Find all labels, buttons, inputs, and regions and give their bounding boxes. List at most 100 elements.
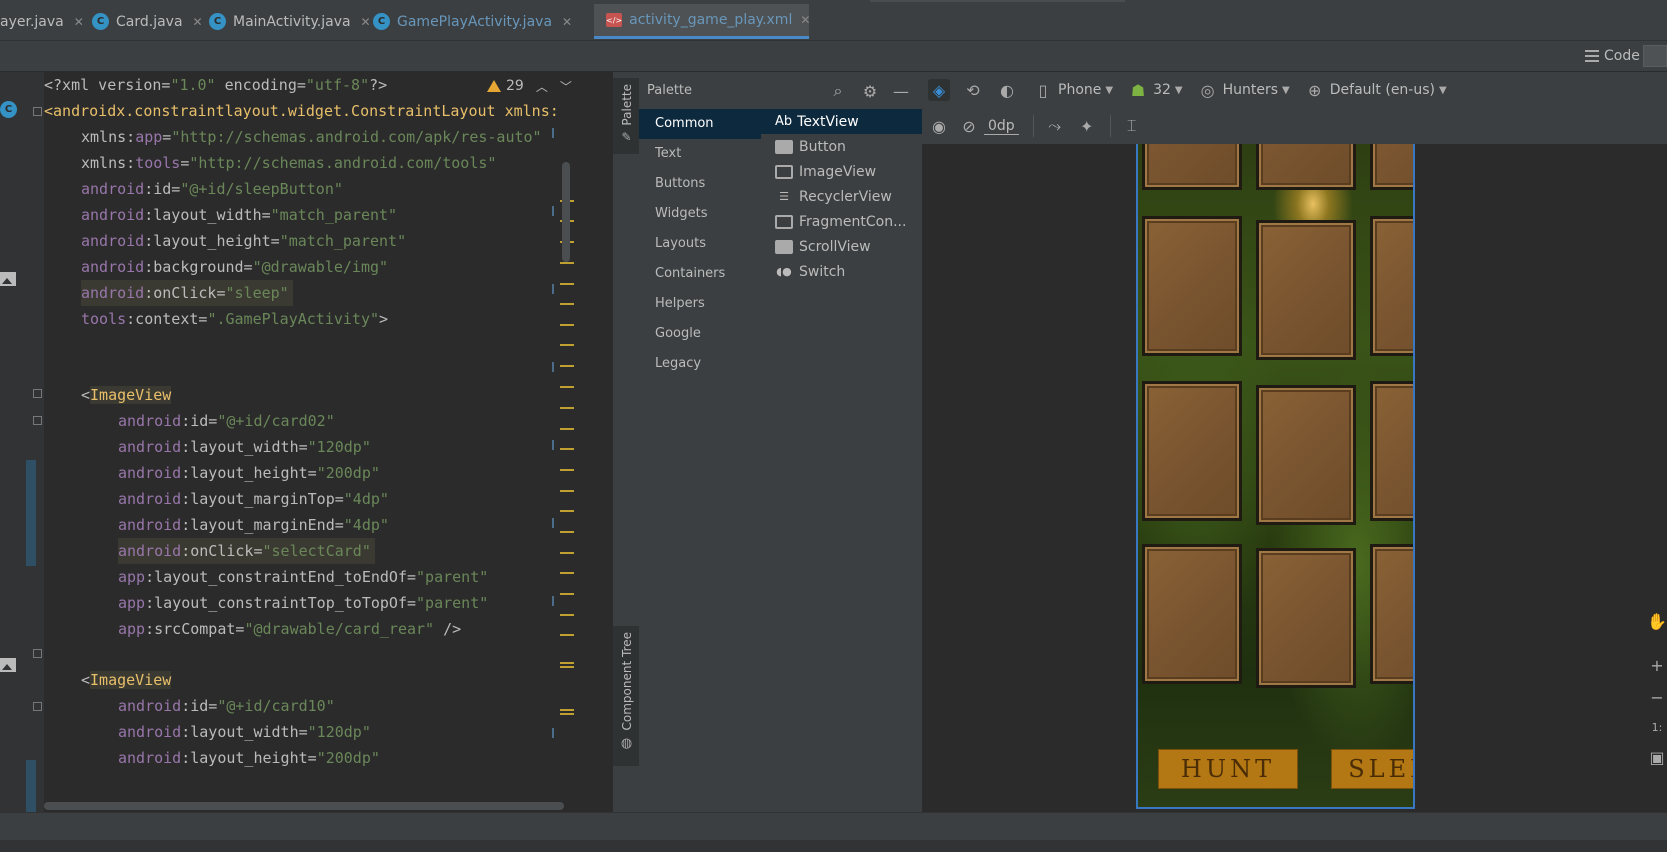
tab-mainactivity-java[interactable]: C MainActivity.java ✕ [209,4,373,39]
palette-item-imageview[interactable]: ImageView [761,159,922,184]
warning-marker[interactable] [560,490,574,492]
warning-marker[interactable] [560,572,574,574]
palette-category-helpers[interactable]: Helpers [639,289,761,319]
theme-selector[interactable]: ◎ Hunters ▼ [1197,79,1290,101]
class-icon[interactable]: C [0,101,17,118]
fold-icon[interactable] [33,107,42,116]
card-image[interactable] [1370,216,1413,356]
warning-marker[interactable] [560,666,574,668]
fold-icon[interactable] [33,389,42,398]
pan-icon[interactable]: ✋ [1647,610,1667,632]
warning-marker[interactable] [560,407,574,409]
palette-category-text[interactable]: Text [639,139,761,169]
card-image[interactable] [1256,548,1356,688]
eye-icon[interactable]: ◉ [928,115,950,137]
palette-category-containers[interactable]: Containers [639,259,761,289]
zoom-in-icon[interactable]: + [1647,654,1667,676]
hunt-button[interactable]: HUNT [1158,749,1298,789]
palette-item-textview[interactable]: Ab TextView [761,109,922,134]
palette-side-tab[interactable]: Palette ✎ [613,78,640,154]
fit-screen-icon[interactable]: ▣ [1647,746,1667,768]
palette-category-layouts[interactable]: Layouts [639,229,761,259]
clear-constraints-icon[interactable]: ⤳ [1044,115,1066,137]
warning-marker[interactable] [560,344,574,346]
card-image[interactable] [1142,544,1242,684]
warning-marker[interactable] [560,593,574,595]
warning-marker[interactable] [560,262,574,264]
vertical-scrollbar[interactable] [562,162,570,262]
device-selector[interactable]: ▯ Phone ▼ [1032,79,1113,101]
guidelines-icon[interactable]: ⌶ [1121,115,1143,137]
chevron-up-icon[interactable]: ︿ [536,78,548,95]
close-icon[interactable]: ✕ [560,15,574,29]
fold-icon[interactable] [33,649,42,658]
warning-marker[interactable] [560,428,574,430]
locale-selector[interactable]: ⊕ Default (en-us) ▼ [1304,79,1447,101]
close-icon[interactable]: ✕ [359,15,373,29]
card-image[interactable] [1256,220,1356,360]
warning-marker[interactable] [560,713,574,715]
warning-marker[interactable] [560,531,574,533]
split-view-button[interactable] [1643,45,1667,67]
minimize-icon[interactable]: — [892,82,910,101]
warning-marker[interactable] [560,662,574,664]
card-image[interactable] [1256,385,1356,525]
palette-category-legacy[interactable]: Legacy [639,349,761,379]
palette-category-google[interactable]: Google [639,319,761,349]
card-image[interactable] [1256,144,1356,190]
gear-icon[interactable]: ⚙ [861,82,879,101]
default-margin-field[interactable]: 0dp [984,118,1019,135]
actual-size-icon[interactable]: 1: [1647,716,1667,738]
warning-marker[interactable] [560,709,574,711]
tab-player-java[interactable]: ayer.java ✕ [0,4,86,39]
warning-marker[interactable] [560,469,574,471]
palette-category-buttons[interactable]: Buttons [639,169,761,199]
warning-marker[interactable] [560,386,574,388]
code-view-button[interactable]: Code [1585,45,1640,67]
warning-marker[interactable] [560,365,574,367]
card-image[interactable] [1370,544,1413,684]
search-icon[interactable]: ⌕ [829,81,847,100]
warning-marker[interactable] [560,303,574,305]
card-image[interactable] [1142,144,1242,190]
palette-category-common[interactable]: Common [639,109,761,139]
close-icon[interactable]: ✕ [800,13,810,27]
sleep-button[interactable]: SLEEP [1331,749,1413,789]
night-mode-icon[interactable]: ◐ [996,79,1018,101]
warning-marker[interactable] [560,552,574,554]
tab-activity-game-play-xml[interactable]: </> activity_game_play.xml ✕ [594,4,810,39]
xml-code-editor[interactable]: C <?xml version="1.0" encoding="utf-8"?>… [0,72,610,812]
warning-marker[interactable] [560,324,574,326]
image-preview-icon[interactable] [0,658,16,672]
warning-marker[interactable] [560,634,574,636]
palette-item-fragmentcontainer[interactable]: FragmentCon... [761,209,922,234]
palette-item-button[interactable]: Button [761,134,922,159]
design-canvas[interactable]: HUNT SLEEP [922,144,1667,812]
layout-preview[interactable]: HUNT SLEEP [1136,144,1415,809]
palette-item-switch[interactable]: ◖● Switch [761,259,922,284]
palette-item-scrollview[interactable]: ScrollView [761,234,922,259]
card-image[interactable] [1142,381,1242,521]
magnet-off-icon[interactable]: ⊘ [958,115,980,137]
warning-marker[interactable] [560,448,574,450]
zoom-out-icon[interactable]: − [1647,686,1667,708]
warning-marker[interactable] [560,614,574,616]
fold-icon[interactable] [33,416,42,425]
image-preview-icon[interactable] [0,272,16,286]
close-icon[interactable]: ✕ [72,15,86,29]
warning-marker[interactable] [560,510,574,512]
horizontal-scrollbar[interactable] [44,802,564,810]
warning-marker[interactable] [560,283,574,285]
card-image[interactable] [1370,381,1413,521]
orientation-icon[interactable]: ⟲ [962,79,984,101]
tab-card-java[interactable]: C Card.java ✕ [92,4,205,39]
card-image[interactable] [1370,144,1413,190]
api-level-selector[interactable]: ☗ 32 ▼ [1127,79,1183,101]
card-image[interactable] [1142,216,1242,356]
fold-icon[interactable] [33,702,42,711]
close-icon[interactable]: ✕ [191,15,205,29]
component-tree-side-tab[interactable]: Component Tree ◍ [613,626,640,766]
palette-item-recyclerview[interactable]: ☰ RecyclerView [761,184,922,209]
palette-category-widgets[interactable]: Widgets [639,199,761,229]
layers-icon[interactable]: ◈ [928,79,950,101]
